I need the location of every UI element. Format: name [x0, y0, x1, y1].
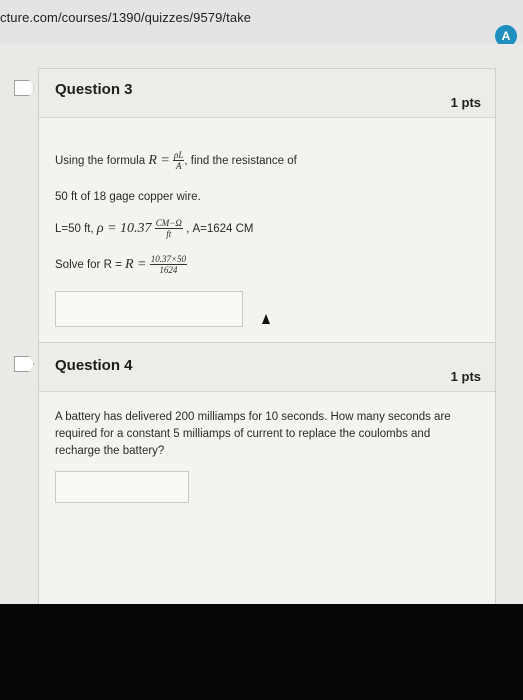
flag-question-4-icon[interactable]: [14, 356, 34, 372]
question-4-answer-input[interactable]: [55, 471, 189, 503]
formula-fraction: ρL A: [173, 150, 185, 171]
question-3-given: L=50 ft, ρ = 10.37 CM−Ω ft , A=1624 CM: [55, 218, 254, 239]
screen-bezel: [0, 604, 523, 700]
question-3-solve: Solve for R = R = 10.37×50 1624: [55, 254, 188, 275]
question-4-text: A battery has delivered 200 milliamps fo…: [55, 411, 451, 457]
mouse-cursor-icon: [262, 314, 270, 324]
question-points: 1 pts: [450, 95, 481, 110]
question-points: 1 pts: [450, 369, 481, 384]
rho-fraction: CM−Ω ft: [154, 218, 183, 239]
question-3-answer-input[interactable]: [55, 291, 243, 327]
question-4-card: Question 4 1 pts A battery has delivered…: [38, 342, 496, 606]
solve-fraction: 10.37×50 1624: [149, 254, 188, 275]
browser-url-bar[interactable]: cture.com/courses/1390/quizzes/9579/take…: [0, 0, 523, 47]
question-3-text-line2: 50 ft of 18 gage copper wire.: [55, 191, 201, 203]
quiz-page: Question 3 1 pts Using the formula R = ρ…: [0, 44, 523, 606]
question-3-text-line1: Using the formula R = ρL A , find the re…: [55, 150, 297, 171]
flag-question-3-icon[interactable]: [14, 80, 34, 96]
question-3-card: Question 3 1 pts Using the formula R = ρ…: [38, 68, 496, 376]
question-title: Question 4: [55, 357, 133, 374]
question-4-header: Question 4 1 pts: [39, 343, 495, 392]
question-title: Question 3: [55, 81, 133, 98]
question-3-header: Question 3 1 pts: [39, 69, 495, 118]
url-text[interactable]: cture.com/courses/1390/quizzes/9579/take: [0, 10, 251, 25]
